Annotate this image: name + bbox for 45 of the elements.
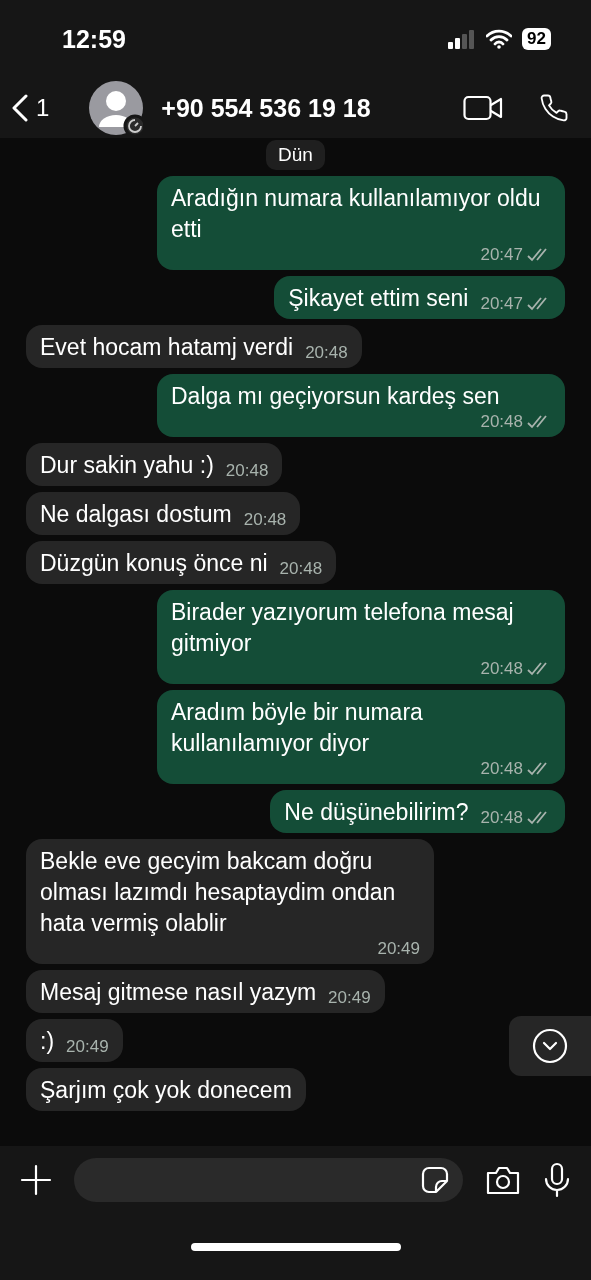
battery-level: 92 <box>522 28 551 50</box>
message-text: Şikayet ettim seni <box>288 284 469 313</box>
message-text: Birader yazıyorum telefona mesaj gitmiyor <box>171 598 515 658</box>
message-time: 20:49 <box>328 988 371 1008</box>
message-text: Düzgün konuş önce ni <box>40 549 268 578</box>
message-text: Aradım böyle bir numara kullanılamıyor diyor <box>171 698 424 758</box>
message-time: 20:48 <box>480 659 523 679</box>
message-text: Dur sakin yahu :) <box>40 451 214 480</box>
microphone-button[interactable] <box>543 1162 571 1198</box>
message-time: 20:49 <box>377 939 420 959</box>
wifi-icon <box>486 29 513 49</box>
camera-button[interactable] <box>485 1165 521 1195</box>
message-text: :) <box>40 1027 55 1056</box>
message-time: 20:48 <box>480 808 523 828</box>
contact-avatar[interactable] <box>89 81 144 135</box>
message-time: 20:48 <box>225 461 269 481</box>
message-time: 20:49 <box>66 1037 109 1057</box>
date-badge: Dün <box>266 140 325 170</box>
message-time: 20:48 <box>243 510 287 530</box>
video-call-button[interactable] <box>463 95 503 121</box>
contact-name[interactable]: +90 554 536 19 18 <box>161 93 427 123</box>
message-text: Şarjım çok yok donecem <box>40 1076 292 1105</box>
message-time: 20:47 <box>480 294 523 314</box>
message-time: 20:48 <box>480 412 523 432</box>
message-text: Evet hocam hatamj verdi <box>40 333 294 362</box>
sticker-icon[interactable] <box>421 1166 449 1194</box>
back-button[interactable]: 1 <box>12 94 50 122</box>
signal-icon <box>448 29 477 49</box>
message-time: 20:48 <box>279 559 323 579</box>
message-text: Ne düşünebilirim? <box>284 798 469 827</box>
phone-call-button[interactable] <box>539 93 569 123</box>
scroll-down-button[interactable] <box>509 1016 591 1076</box>
message-text: Ne dalgası dostum <box>40 500 232 529</box>
message-time: 20:48 <box>480 759 523 779</box>
message-text: Mesaj gitmese nasıl yazym <box>40 978 317 1007</box>
message-text: Aradığın numara kullanılamıyor oldu etti <box>171 184 542 244</box>
message-time: 20:47 <box>480 245 523 265</box>
status-time: 12:59 <box>62 24 126 54</box>
back-chevron-icon <box>12 94 28 122</box>
add-button[interactable] <box>20 1164 52 1196</box>
message-time: 20:48 <box>305 343 348 363</box>
chevron-down-circle-icon <box>532 1028 568 1064</box>
message-text: Bekle eve gecyim bakcam doğru olması lazımdı hesaptaydim ondan hata vermiş olablir <box>40 847 397 938</box>
message-text: Dalga mı geçiyorsun kardeş sen <box>171 382 501 411</box>
message-input-field[interactable] <box>74 1158 463 1202</box>
